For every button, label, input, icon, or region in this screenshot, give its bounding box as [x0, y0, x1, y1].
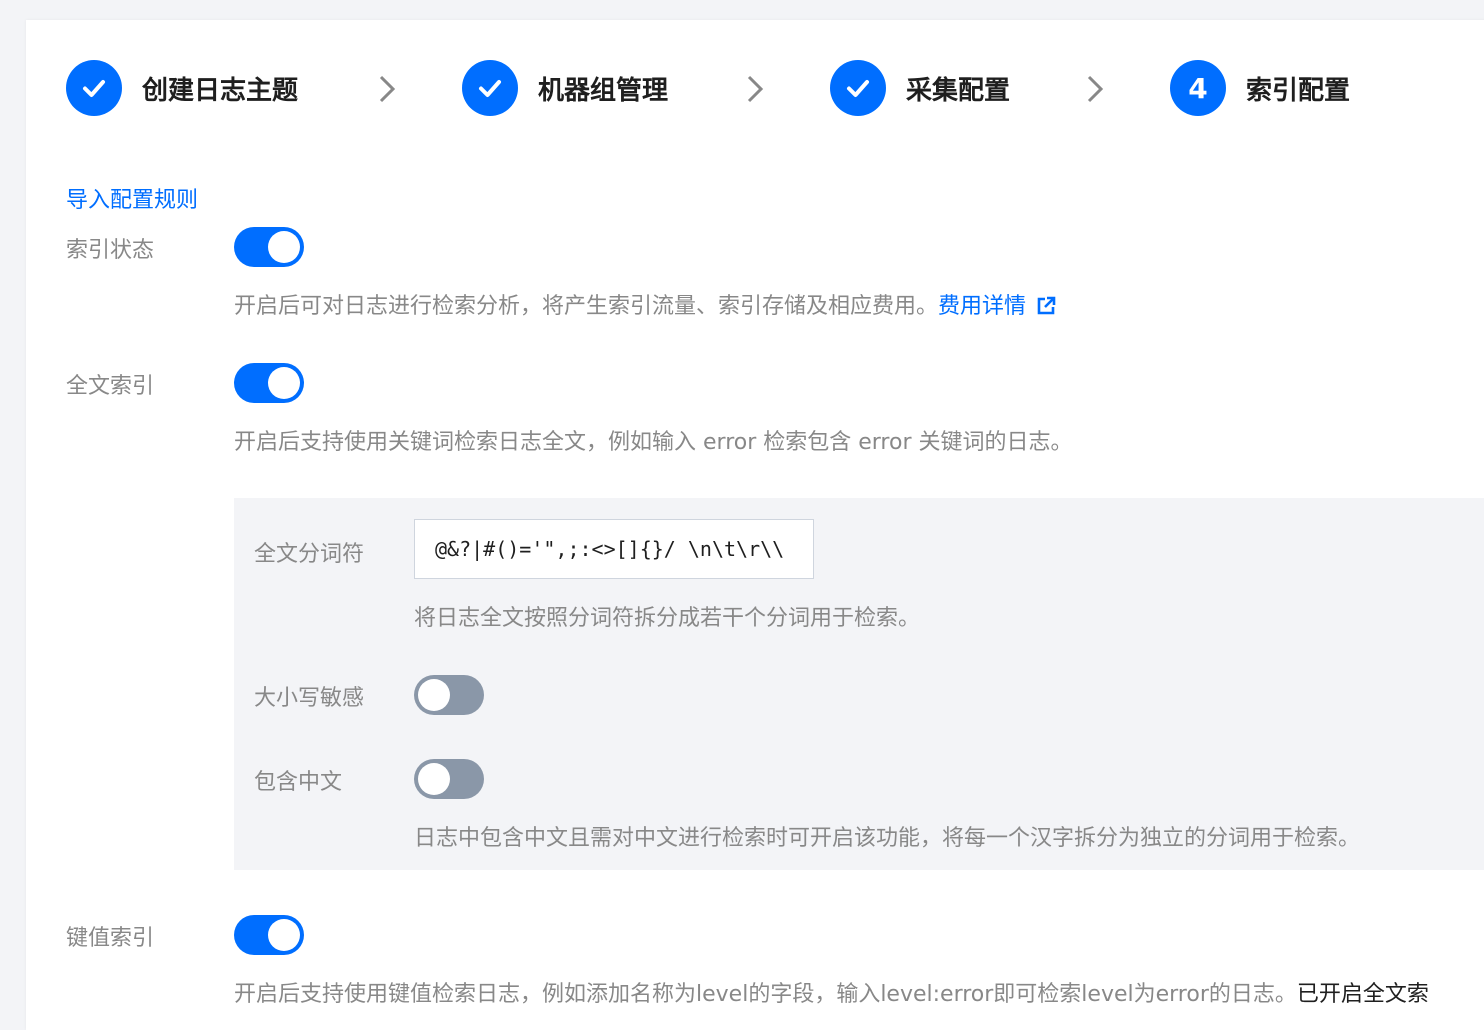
case-sensitive-label: 大小写敏感	[254, 686, 365, 711]
fulltext-index-desc: 开启后支持使用关键词检索日志全文，例如输入 error 检索包含 error 关…	[234, 430, 1073, 455]
step-index-config: 4 索引配置	[1170, 60, 1350, 116]
step-create-topic: 创建日志主题	[66, 60, 298, 116]
fulltext-index-label: 全文索引	[66, 374, 155, 399]
chevron-right-icon	[379, 75, 396, 103]
index-status-toggle[interactable]	[234, 227, 304, 267]
step-collect-config: 采集配置	[830, 60, 1010, 116]
kv-index-toggle[interactable]	[234, 915, 304, 955]
chevron-right-icon	[747, 75, 764, 103]
check-icon	[462, 60, 518, 116]
import-config-link[interactable]: 导入配置规则	[66, 182, 198, 214]
kv-index-label: 键值索引	[66, 926, 155, 951]
fee-details-link[interactable]: 费用详情	[938, 294, 1026, 319]
kv-index-desc: 开启后支持使用键值检索日志，例如添加名称为level的字段，输入level:er…	[234, 982, 1429, 1007]
external-link-icon[interactable]	[1036, 296, 1056, 316]
include-chinese-toggle[interactable]	[414, 759, 484, 799]
check-icon	[830, 60, 886, 116]
step-machine-group: 机器组管理	[462, 60, 668, 116]
step-label: 机器组管理	[538, 75, 669, 106]
step-number: 4	[1170, 60, 1226, 116]
include-chinese-label: 包含中文	[254, 770, 343, 795]
fulltext-index-toggle[interactable]	[234, 363, 304, 403]
case-sensitive-toggle[interactable]	[414, 675, 484, 715]
step-label: 创建日志主题	[142, 75, 299, 106]
chevron-right-icon	[1087, 75, 1104, 103]
delimiter-desc: 将日志全文按照分词符拆分成若干个分词用于检索。	[414, 606, 921, 631]
index-status-desc: 开启后可对日志进行检索分析，将产生索引流量、索引存储及相应费用。费用详情	[234, 288, 1056, 320]
index-config-card: 创建日志主题 机器组管理 采集配置 4 索引配置 导入配置规则 索引状态 开启后…	[26, 20, 1484, 1030]
delimiter-input[interactable]: @&?|#()='",;:<>[]{}/ \n\t\r\\	[414, 519, 814, 579]
step-label: 索引配置	[1246, 75, 1351, 106]
include-chinese-desc: 日志中包含中文且需对中文进行检索时可开启该功能，将每一个汉字拆分为独立的分词用于…	[414, 826, 1361, 851]
check-icon	[66, 60, 122, 116]
delimiter-label: 全文分词符	[254, 542, 365, 567]
step-label: 采集配置	[906, 75, 1011, 106]
index-status-label: 索引状态	[66, 238, 155, 263]
